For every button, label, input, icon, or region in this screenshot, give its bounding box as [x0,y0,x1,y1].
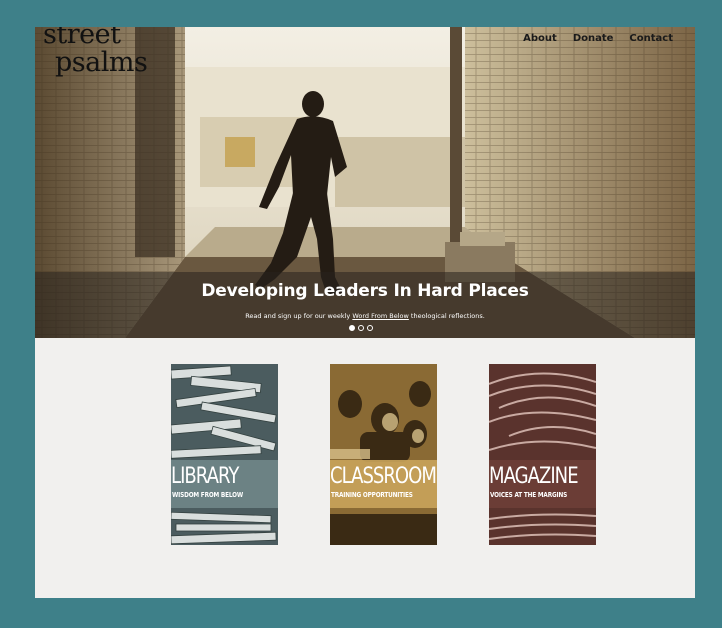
slider-dots [349,325,373,331]
slider-dot-2[interactable] [358,325,364,331]
logo-line-1: street [43,27,121,50]
hero-slider: street psalms About Donate Contact Devel… [35,27,695,338]
card-title: MAGAZINE [489,464,579,489]
card-subtitle: WISDOM FROM BELOW [172,491,244,499]
magazine-card[interactable]: MAGAZINE VOICES AT THE MARGINS [489,364,596,545]
magazines-photo [489,364,596,545]
hero-subline-text-1: Read and sign up for our weekly [245,312,353,320]
main-nav: About Donate Contact [523,33,673,44]
page-container: street psalms About Donate Contact Devel… [35,27,695,598]
classroom-card[interactable]: CLASSROOM TRAINING OPPORTUNITIES [330,364,437,545]
books-photo [171,364,278,545]
slider-dot-1[interactable] [349,325,355,331]
classroom-photo [330,364,437,545]
card-title: CLASSROOM [330,464,437,489]
logo-line-2: psalms [55,47,148,78]
nav-contact[interactable]: Contact [629,33,673,44]
library-card[interactable]: LIBRARY WISDOM FROM BELOW [171,364,278,545]
hero-headline: Developing Leaders In Hard Places [201,281,529,301]
nav-about[interactable]: About [523,33,557,44]
nav-donate[interactable]: Donate [573,33,614,44]
word-from-below-link[interactable]: Word From Below [352,312,409,320]
slider-dot-3[interactable] [367,325,373,331]
card-title: LIBRARY [171,464,239,489]
card-subtitle: VOICES AT THE MARGINS [490,491,568,499]
hero-subline-text-2: theological reflections. [408,312,485,320]
card-subtitle: TRAINING OPPORTUNITIES [331,491,413,499]
hero-subline: Read and sign up for our weekly Word Fro… [35,312,695,320]
site-logo[interactable]: street psalms [43,27,148,78]
